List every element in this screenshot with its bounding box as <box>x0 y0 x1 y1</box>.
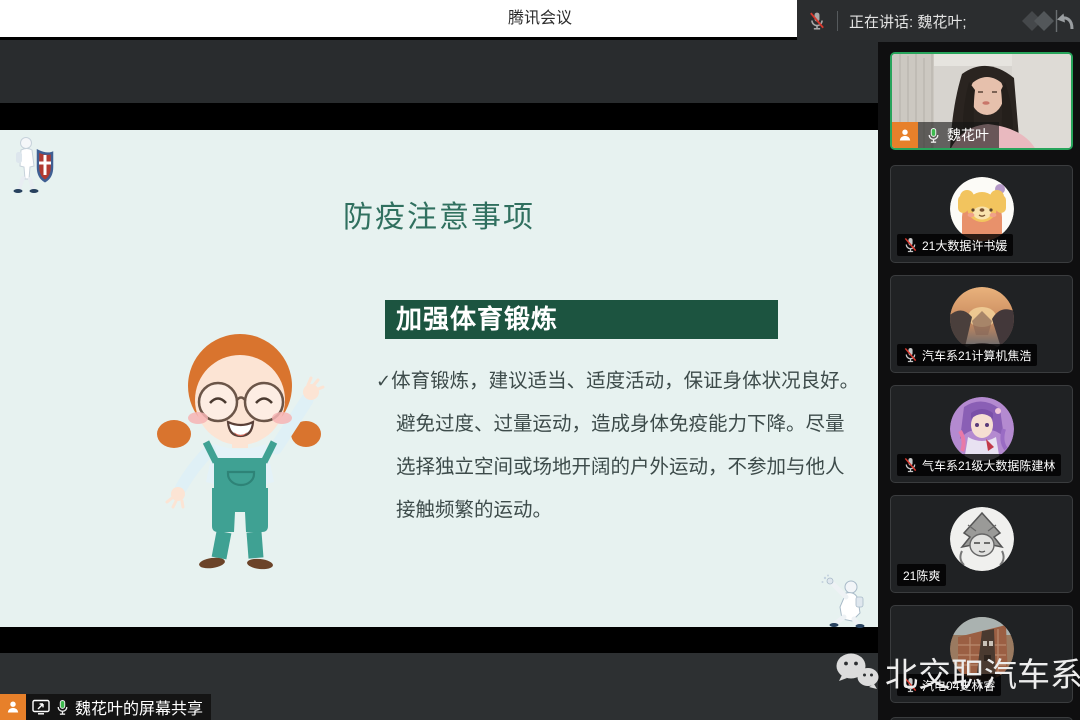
app-title: 腾讯会议 <box>508 0 572 37</box>
video-tile[interactable]: 21陈爽 <box>890 495 1073 593</box>
muted-mic-icon <box>903 347 918 363</box>
meeting-window: 腾讯会议 正在讲话: 魏花叶; <box>0 0 1080 720</box>
slide-title: 防疫注意事项 <box>343 192 535 236</box>
participant-name-strip: 21陈爽 <box>897 564 946 586</box>
member-badge-icon <box>0 694 26 720</box>
participant-name-strip: 气车系21级大数据陈建林 <box>897 454 1061 476</box>
participant-name: 汽车系21计算机焦浩 <box>922 347 1031 364</box>
video-tile[interactable]: 气车系21级大数据陈建林 <box>890 385 1073 483</box>
screen-share-icon <box>32 699 50 715</box>
shared-desktop-band-top <box>0 40 878 103</box>
avatar-sunset-photo <box>950 287 1014 351</box>
window-corner-icons[interactable] <box>1020 6 1076 36</box>
speaking-text: 正在讲话: 魏花叶; <box>849 11 1020 32</box>
video-tile[interactable]: 汽电04史林睿 <box>890 605 1073 703</box>
speaking-indicator-bar: 正在讲话: 魏花叶; <box>797 0 1080 42</box>
disinfect-worker-illustration <box>818 573 874 629</box>
screen-share-banner: 魏花叶的屏幕共享 <box>0 694 211 720</box>
muted-mic-icon <box>797 11 837 31</box>
participant-name: 21大数据许书媛 <box>922 237 1007 254</box>
participant-name: 21陈爽 <box>903 567 940 584</box>
participant-name-strip: 汽电04史林睿 <box>897 674 1001 696</box>
avatar-sketch-art <box>950 507 1014 571</box>
participant-name-strip: 21大数据许书媛 <box>897 234 1013 256</box>
muted-mic-icon <box>903 457 918 473</box>
shared-slide: 防疫注意事项 加强体育锻炼 ✓ 体育锻炼，建议适当、适度活动，保证身体状况良好。… <box>0 130 878 627</box>
member-badge-icon <box>892 122 918 148</box>
shield-guard-illustration <box>8 133 60 195</box>
slide-body: ✓ 体育锻炼，建议适当、适度活动，保证身体状况良好。 避免过度、过量运动，造成身… <box>376 360 800 532</box>
avatar-anime-art <box>950 397 1014 461</box>
muted-mic-icon <box>903 677 918 693</box>
slide-section-header: 加强体育锻炼 <box>385 300 778 339</box>
slide-body-line: 选择独立空间或场地开阔的户外运动，不参加与他人 <box>376 446 800 489</box>
mic-on-icon <box>55 699 70 716</box>
participant-name: 汽电04史林睿 <box>922 677 995 694</box>
slide-body-line: 接触频繁的运动。 <box>376 489 800 532</box>
video-tile[interactable]: 21大数据许书媛 <box>890 165 1073 263</box>
video-tile-speaker[interactable]: 魏花叶 <box>890 52 1073 150</box>
divider <box>837 11 838 31</box>
avatar-building-photo <box>950 617 1014 681</box>
cartoon-girl-illustration <box>148 330 338 570</box>
muted-mic-icon <box>903 237 918 253</box>
participant-name: 气车系21级大数据陈建林 <box>922 457 1055 474</box>
title-bar: 腾讯会议 <box>0 0 797 37</box>
video-tile[interactable]: 汽车系21计算机焦浩 <box>890 275 1073 373</box>
participant-name-strip: 汽车系21计算机焦浩 <box>897 344 1037 366</box>
check-mark: ✓ <box>376 360 391 403</box>
slide-body-text: 体育锻炼，建议适当、适度活动，保证身体状况良好。 <box>391 360 859 403</box>
mic-on-icon <box>926 127 941 144</box>
slide-body-line: 避免过度、过量运动，造成身体免疫能力下降。尽量 <box>376 403 800 446</box>
share-banner-text: 魏花叶的屏幕共享 <box>75 695 203 719</box>
participant-sidebar: 魏花叶 <box>878 42 1080 720</box>
slide-body-line: ✓ 体育锻炼，建议适当、适度活动，保证身体状况良好。 <box>376 360 800 403</box>
avatar-cartoon-bear <box>950 177 1014 241</box>
speaker-name-strip: 魏花叶 <box>892 122 999 148</box>
participant-name: 魏花叶 <box>947 125 989 145</box>
